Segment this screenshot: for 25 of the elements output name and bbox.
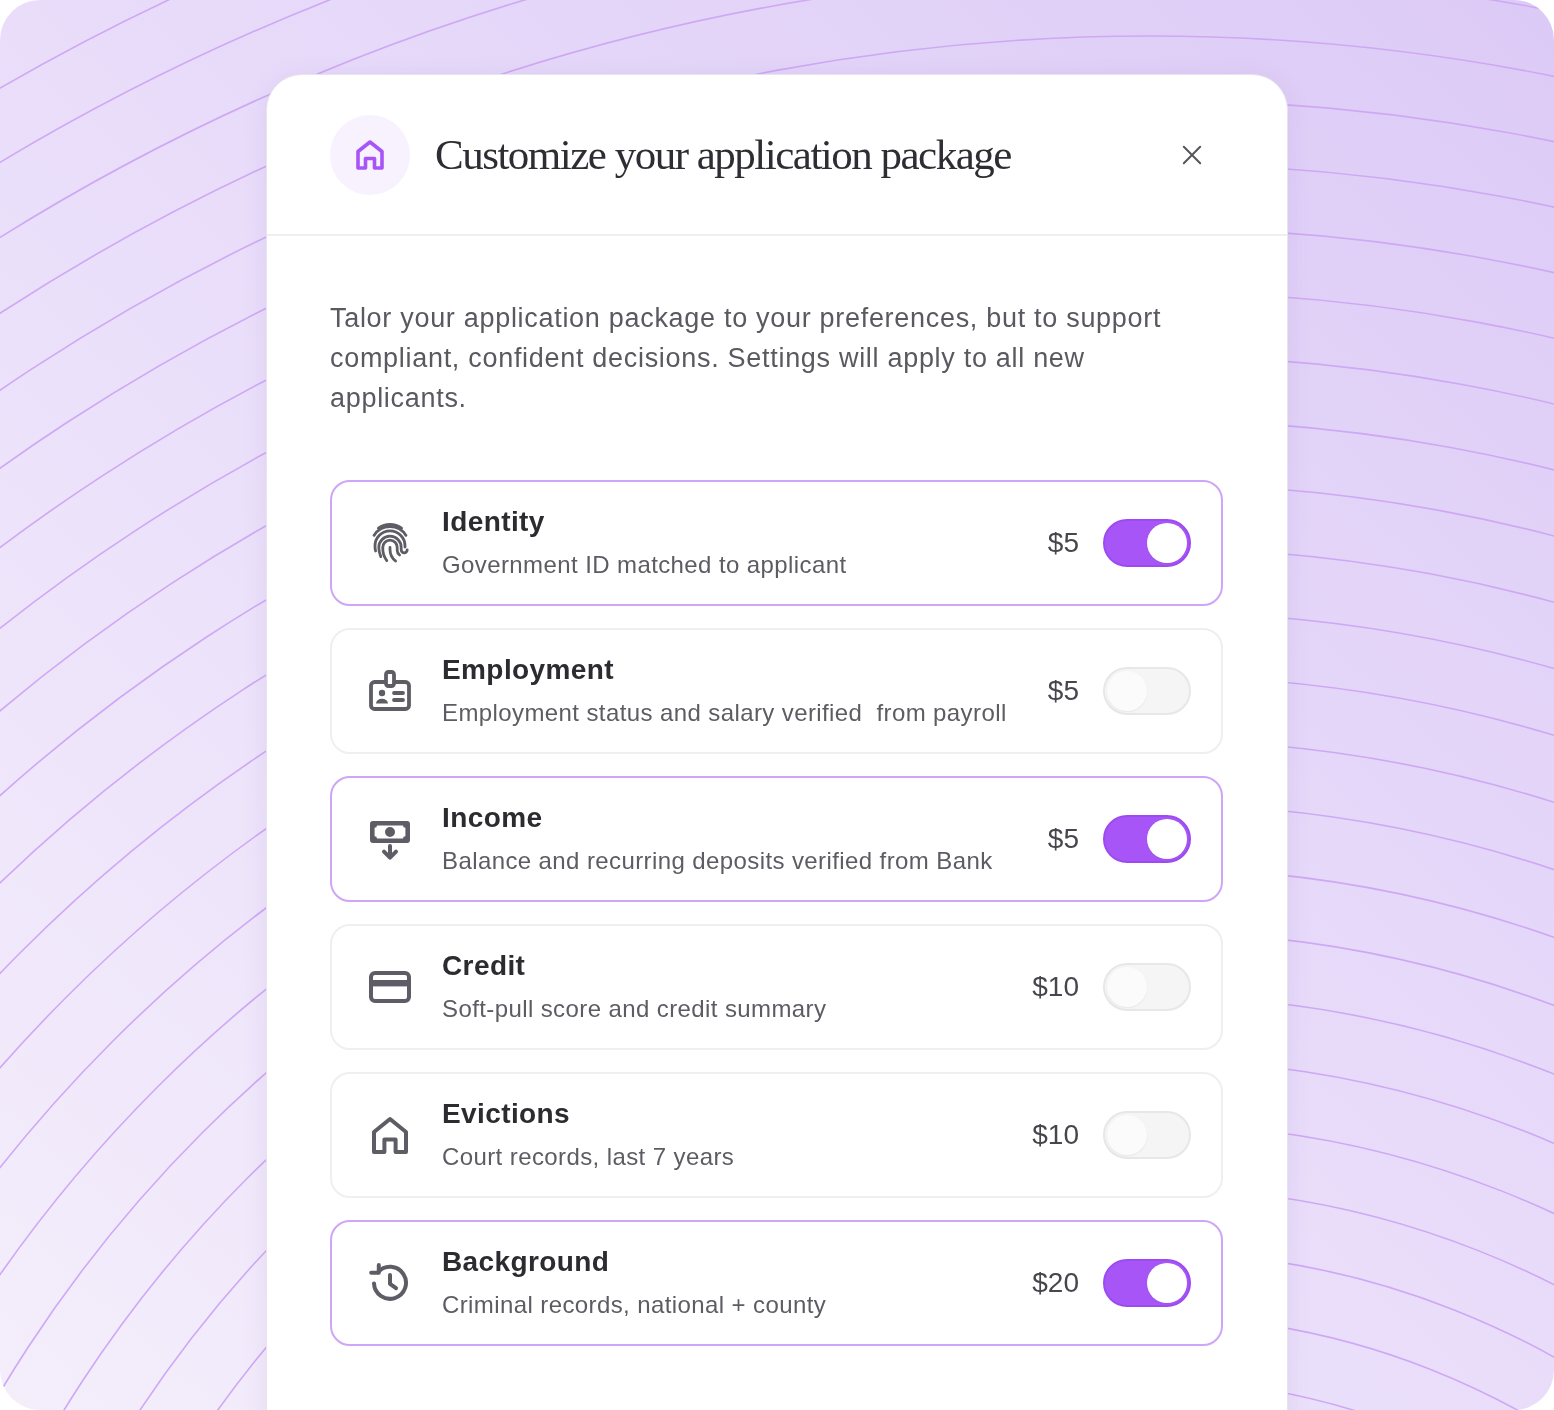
price-label: $20 bbox=[1032, 1266, 1079, 1300]
intro-text: Talor your application package to your preferences, but to support compliant, confident decisions. Settings will apply to all new applicants. bbox=[330, 302, 1163, 415]
option-title: Income bbox=[442, 801, 544, 835]
option-title: Background bbox=[442, 1245, 611, 1279]
option-description: Government ID matched to applicant bbox=[442, 550, 848, 580]
option-description: Criminal records, national + county bbox=[442, 1290, 828, 1320]
price-label: $10 bbox=[1032, 970, 1079, 1004]
close-icon bbox=[1182, 144, 1202, 165]
price-label: $10 bbox=[1032, 1118, 1079, 1152]
option-description: Soft-pull score and credit summary bbox=[442, 994, 828, 1024]
house-icon bbox=[330, 114, 410, 195]
toggle-switch[interactable] bbox=[1103, 1259, 1191, 1307]
option-description: Balance and recurring deposits verified from Bank bbox=[442, 846, 994, 876]
toggle-switch[interactable] bbox=[1103, 519, 1191, 567]
price-label: $5 bbox=[1047, 674, 1079, 708]
option-title: Evictions bbox=[442, 1097, 572, 1131]
toggle-switch[interactable] bbox=[1103, 815, 1191, 863]
price-label: $5 bbox=[1047, 822, 1079, 856]
option-description: Employment status and salary verified from payroll bbox=[442, 698, 1008, 728]
option-description: Court records, last 7 years bbox=[442, 1142, 736, 1172]
dialog-title: Customize your application package bbox=[435, 130, 1012, 179]
option-title: Employment bbox=[442, 653, 616, 687]
price-label: $5 bbox=[1047, 526, 1079, 560]
option-title: Identity bbox=[442, 505, 546, 539]
option-title: Credit bbox=[442, 949, 527, 983]
